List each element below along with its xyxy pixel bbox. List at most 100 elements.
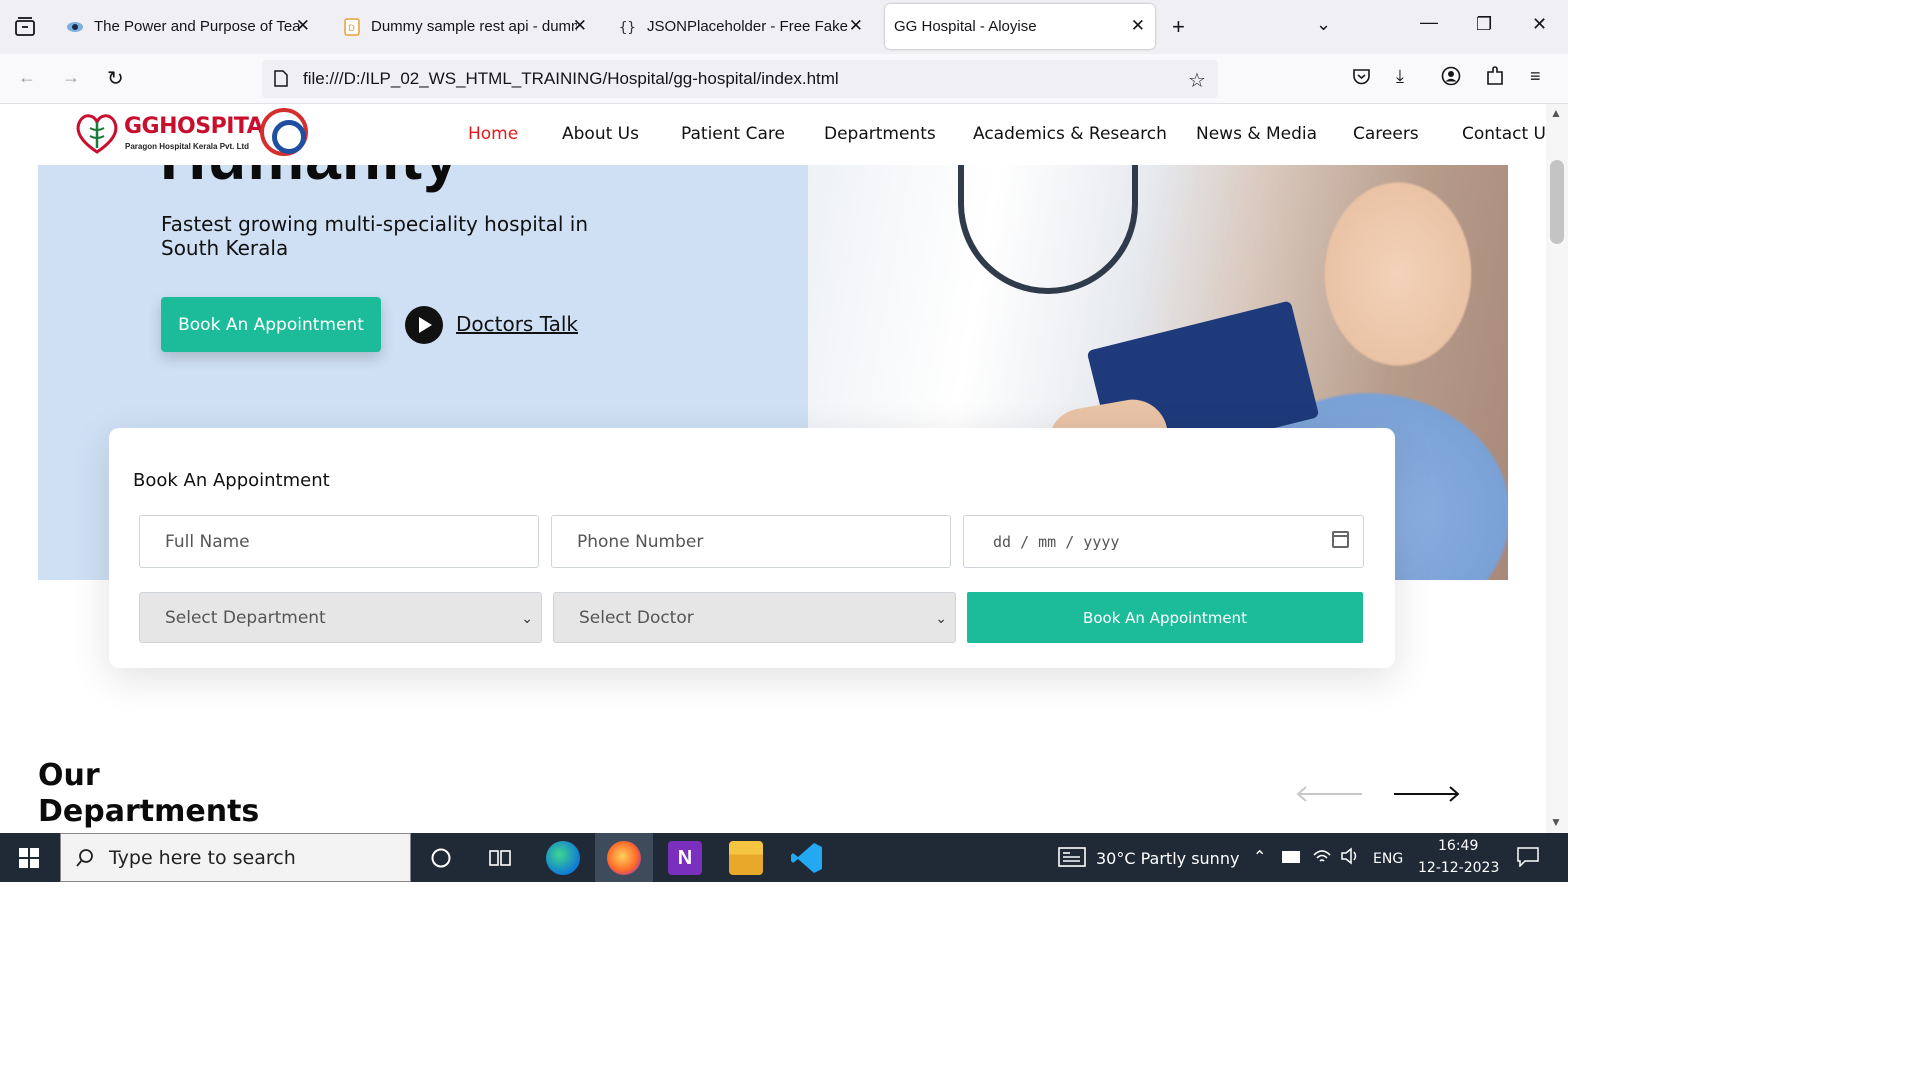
tab-title: GG Hospital - Aloyise [894,18,1037,35]
search-icon [76,848,93,867]
page-scrollbar[interactable]: ▲ ▼ [1546,104,1568,833]
department-select[interactable]: Select Department ⌄ [139,592,542,643]
volume-icon[interactable] [1340,847,1360,865]
tab-title: JSONPlaceholder - Free Fake RE [647,18,853,35]
tab-dummy-api[interactable]: D Dummy sample rest api - dumm ✕ [335,4,597,49]
doctor-select-value: Select Doctor [579,607,694,628]
nav-contact-us[interactable]: Contact Us [1462,124,1546,144]
scroll-down-icon[interactable]: ▼ [1550,815,1562,829]
scrollbar-thumb[interactable] [1550,160,1564,244]
tab-jsonplaceholder[interactable]: {} JSONPlaceholder - Free Fake RE ✕ [611,4,873,49]
battery-icon[interactable] [1282,851,1302,863]
scroll-up-icon[interactable]: ▲ [1550,106,1562,120]
cortana-icon[interactable] [430,847,452,869]
document-favicon-icon: D [344,17,360,36]
chevron-down-icon: ⌄ [521,611,533,627]
restore-icon[interactable]: ❐ [1476,14,1492,35]
onenote-icon[interactable]: N [668,841,702,875]
calendar-icon[interactable] [1332,531,1349,548]
wifi-icon[interactable] [1312,847,1332,865]
firefox-icon[interactable] [607,841,641,875]
menu-hamburger-icon[interactable]: ≡ [1530,66,1541,87]
vscode-icon[interactable] [790,841,824,875]
site-logo[interactable]: GGHOSPITAL Paragon Hospital Kerala Pvt. … [74,108,310,160]
close-icon[interactable]: ✕ [849,16,863,36]
download-icon[interactable]: ⤓ [1396,66,1404,87]
date-placeholder: dd / mm / yyyy [993,532,1120,551]
nav-home[interactable]: Home [468,124,518,144]
appointment-form-card: Book An Appointment Full Name Phone Numb… [109,428,1395,668]
file-icon [274,70,288,87]
nav-news-media[interactable]: News & Media [1196,124,1317,144]
departments-heading-line2: Departments [38,794,260,829]
logo-name: GGHOSPITAL [124,114,277,139]
windows-taskbar: Type here to search N 30°C Partly sunny … [0,833,1568,882]
departments-heading-line1: Our [38,758,100,793]
site-header: GGHOSPITAL Paragon Hospital Kerala Pvt. … [38,104,1546,165]
notifications-icon[interactable] [1517,847,1539,867]
edge-icon[interactable] [546,841,580,875]
full-name-field[interactable]: Full Name [139,515,539,568]
reload-icon[interactable]: ↻ [107,66,124,91]
department-select-value: Select Department [165,607,326,628]
url-text: file:///D:/ILP_02_WS_HTML_TRAINING/Hospi… [303,69,839,88]
forward-icon[interactable]: → [62,67,80,88]
doctor-select[interactable]: Select Doctor ⌄ [553,592,956,643]
hero-book-appointment-button[interactable]: Book An Appointment [161,297,381,352]
date-field[interactable]: dd / mm / yyyy [963,515,1364,568]
browser-nav-bar: ← → ↻ file:///D:/ILP_02_WS_HTML_TRAINING… [0,54,1568,104]
heart-caduceus-icon [76,114,118,154]
tab-team[interactable]: The Power and Purpose of Team ✕ [58,4,320,49]
close-icon[interactable]: ✕ [296,16,310,36]
page-viewport: Humanity Fastest growing multi-specialit… [0,104,1546,833]
departments-heading: Our Departments [38,758,259,830]
phone-number-field[interactable]: Phone Number [551,515,951,568]
windows-start-icon[interactable] [19,848,39,868]
carousel-next-arrow-icon[interactable] [1392,784,1460,804]
carousel-prev-arrow-icon[interactable] [1296,784,1364,804]
eye-favicon-icon [67,21,83,32]
taskbar-search-box[interactable]: Type here to search [60,833,411,882]
pocket-icon[interactable] [1352,68,1371,91]
close-icon[interactable]: ✕ [573,16,587,36]
account-icon[interactable] [1441,66,1461,91]
book-appointment-submit-button[interactable]: Book An Appointment [967,592,1363,643]
full-name-placeholder: Full Name [165,531,250,552]
clock-date[interactable]: 12-12-2023 [1418,860,1499,876]
weather-text[interactable]: 30°C Partly sunny [1096,849,1239,868]
language-indicator[interactable]: ENG [1373,851,1403,867]
svg-text:{}: {} [619,20,636,36]
doctors-talk-link[interactable]: Doctors Talk [456,312,578,336]
extensions-icon[interactable] [1486,66,1504,91]
nav-about-us[interactable]: About Us [562,124,639,144]
nav-patient-care[interactable]: Patient Care [681,124,785,144]
weather-news-icon[interactable] [1058,847,1086,867]
bookmark-star-icon[interactable]: ☆ [1188,68,1206,93]
stethoscope-shape [958,154,1138,294]
browser-tab-bar: The Power and Purpose of Team ✕ D Dummy … [0,0,1568,54]
tab-gg-hospital[interactable]: GG Hospital - Aloyise ✕ [885,4,1155,49]
tab-list-icon[interactable] [14,16,36,43]
minimize-icon[interactable]: — [1420,12,1438,33]
taskbar-search-placeholder: Type here to search [109,846,296,869]
close-icon[interactable]: ✕ [1131,16,1145,36]
appointment-form-title: Book An Appointment [133,470,330,491]
task-view-icon[interactable] [488,847,512,869]
tab-title: Dummy sample rest api - dumm [371,18,577,35]
chevron-down-icon: ⌄ [935,611,947,627]
nav-academics-research[interactable]: Academics & Research [973,124,1167,144]
nav-careers[interactable]: Careers [1353,124,1419,144]
braces-favicon-icon: {} [619,20,636,36]
show-hidden-icons-chevron-icon[interactable]: ⌃ [1253,847,1266,866]
play-icon[interactable] [405,306,443,344]
tab-overflow-chevron-icon[interactable]: ⌄ [1316,14,1331,35]
new-tab-icon[interactable]: + [1172,14,1185,40]
hero-subtitle: Fastest growing multi-speciality hospita… [161,212,589,260]
clock-time[interactable]: 16:49 [1438,838,1478,854]
file-explorer-icon[interactable] [729,841,763,875]
close-window-icon[interactable]: ✕ [1532,14,1547,35]
nav-departments[interactable]: Departments [824,124,936,144]
address-bar[interactable]: file:///D:/ILP_02_WS_HTML_TRAINING/Hospi… [262,60,1218,98]
svg-text:D: D [348,24,355,34]
back-icon[interactable]: ← [18,67,36,88]
